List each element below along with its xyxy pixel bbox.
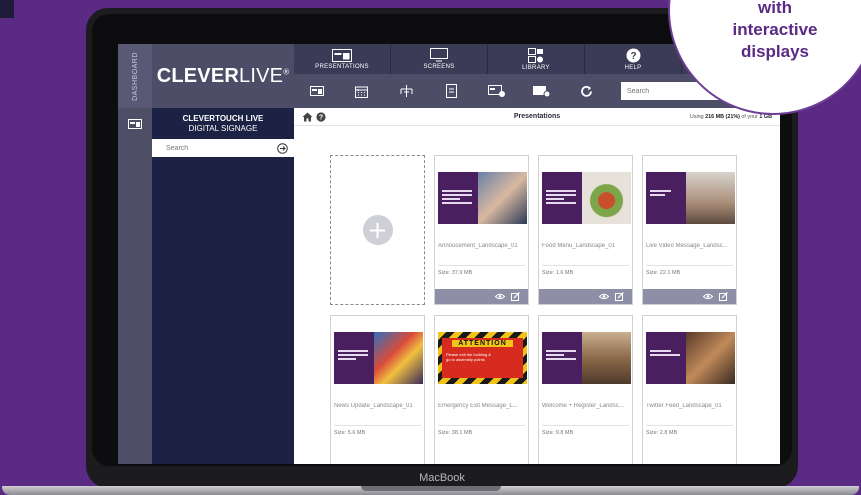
library-icon: [528, 47, 543, 63]
arrow-circle-icon[interactable]: [277, 142, 288, 154]
attention-word: ATTENTION: [452, 340, 513, 347]
network-icon: [400, 85, 413, 97]
sidebar-title-sub: DIGITAL SIGNAGE: [188, 124, 258, 133]
calendar-icon: [355, 86, 368, 98]
eye-icon[interactable]: [599, 293, 609, 300]
network-button[interactable]: [384, 74, 429, 108]
card-actions: [539, 289, 632, 304]
card-size: Size: 5.6 MB: [334, 430, 366, 436]
macbook-label: MacBook: [419, 472, 465, 484]
card-name: News Update_Landscape_01: [334, 403, 413, 409]
emergency-thumbnail: ATTENTION Please exit the building & go …: [438, 332, 527, 384]
add-screen-button[interactable]: [519, 74, 564, 108]
card-actions: [643, 289, 736, 304]
food-thumbnail: [542, 172, 631, 224]
news-thumbnail: [334, 332, 423, 384]
bubble-line-2: interactive: [732, 20, 818, 39]
twitter-thumbnail: [646, 332, 735, 384]
storage-usage: Using 216 MB (21%) of your 1 GB: [690, 114, 772, 120]
tab-presentations[interactable]: PRESENTATIONS: [294, 44, 391, 74]
sidebar-search: [152, 139, 294, 157]
presentation-card[interactable]: ATTENTION Please exit the building & go …: [434, 315, 529, 464]
card-size: Size: 9.8 MB: [542, 430, 574, 436]
announcement-thumbnail: [438, 172, 527, 224]
dashboard-strip: DASHBOARD: [118, 44, 152, 464]
presentation-card[interactable]: Annoucement_Landscape_01 Size: 37.9 MB: [434, 155, 529, 305]
bubble-line-1: with: [758, 0, 792, 17]
logo-light: LIVE: [239, 64, 284, 87]
video-thumbnail: [646, 172, 735, 224]
tab-library-label: LIBRARY: [522, 64, 550, 71]
welcome-thumbnail: [542, 332, 631, 384]
svg-text:?: ?: [630, 51, 636, 62]
card-name: Live Video Message_Landsc...: [646, 243, 728, 249]
add-layout-button[interactable]: [474, 74, 519, 108]
dashboard-tab[interactable]: DASHBOARD: [118, 44, 152, 108]
file-button[interactable]: [429, 74, 474, 108]
card-name: Welcome + Register_Landsc...: [542, 403, 624, 409]
sidebar-title: CLEVERTOUCH LIVE DIGITAL SIGNAGE: [152, 108, 294, 134]
card-actions: [435, 289, 528, 304]
card-size: Size: 2.8 MB: [646, 430, 678, 436]
plus-icon: +: [362, 215, 393, 245]
card-size: Size: 22.1 MB: [646, 270, 681, 276]
sidebar-title-main: CLEVERTOUCH LIVE: [182, 114, 264, 123]
edit-icon[interactable]: [719, 292, 728, 301]
card-name: Annoucement_Landscape_01: [438, 243, 518, 249]
card-name: Twitter Feed_Landscape_01: [646, 403, 722, 409]
presentation-card[interactable]: News Update_Landscape_01 Size: 5.6 MB: [330, 315, 425, 464]
logo-bold: CLEVER: [156, 64, 240, 87]
tab-help-label: HELP: [624, 64, 642, 71]
eye-icon[interactable]: [495, 293, 505, 300]
card-name: Emergency Exit Message_L...: [438, 403, 518, 409]
tab-library[interactable]: LIBRARY: [488, 44, 585, 74]
usage-mid: of your: [739, 113, 760, 120]
tab-presentations-label: PRESENTATIONS: [315, 63, 369, 70]
eye-icon[interactable]: [703, 293, 713, 300]
help-icon: ?: [626, 48, 640, 62]
refresh-button[interactable]: [564, 74, 609, 108]
main-content: ? Presentations Using 216 MB (21%) of yo…: [294, 108, 780, 464]
presentation-card[interactable]: Food Menu_Landscape_01 Size: 1.6 MB: [538, 155, 633, 305]
layout-button[interactable]: [294, 74, 339, 108]
refresh-icon: [581, 85, 592, 97]
edit-icon[interactable]: [511, 292, 520, 301]
file-icon: [446, 84, 457, 98]
laptop-base-notch: [361, 486, 501, 491]
tab-screens-label: SCREENS: [423, 64, 455, 70]
dashboard-label: DASHBOARD: [131, 51, 139, 101]
content-header: ? Presentations Using 216 MB (21%) of yo…: [294, 108, 780, 126]
usage-used: 216 MB (21%): [705, 113, 740, 120]
add-presentation-button[interactable]: +: [330, 155, 425, 305]
layout-icon: [309, 86, 324, 96]
attention-text: Please exit the building & go to assembl…: [446, 352, 491, 362]
edit-icon[interactable]: [615, 292, 624, 301]
presentations-shortcut[interactable]: [118, 114, 152, 134]
presentation-icon: [332, 48, 352, 62]
presentation-card[interactable]: Twitter Feed_Landscape_01 Size: 2.8 MB: [642, 315, 737, 464]
card-size: Size: 1.6 MB: [542, 270, 574, 276]
usage-prefix: Using: [689, 113, 706, 120]
card-size: Size: 37.9 MB: [438, 270, 473, 276]
corner-accent: [0, 0, 14, 18]
app-screen: DASHBOARD CLEVERLIVE® CLEVERTOUCH LIVE D…: [118, 44, 780, 464]
add-screen-icon: [533, 86, 550, 97]
sidebar: CLEVERTOUCH LIVE DIGITAL SIGNAGE: [152, 108, 294, 464]
presentation-card[interactable]: Welcome + Register_Landsc... Size: 9.8 M…: [538, 315, 633, 464]
presentation-card[interactable]: Live Video Message_Landsc... Size: 22.1 …: [642, 155, 737, 305]
logo-reg: ®: [283, 66, 290, 76]
presentation-icon: [128, 119, 142, 129]
tab-screens[interactable]: SCREENS: [391, 44, 488, 74]
bubble-line-3: displays: [740, 42, 810, 61]
sidebar-search-input[interactable]: [166, 144, 266, 152]
add-layout-icon: [488, 85, 505, 97]
app-logo: CLEVERLIVE®: [152, 44, 294, 108]
card-size: Size: 38.1 MB: [438, 430, 473, 436]
monitor-icon: [430, 48, 448, 62]
tab-help[interactable]: ? HELP: [585, 44, 682, 74]
card-name: Food Menu_Landscape_01: [542, 243, 616, 249]
schedule-button[interactable]: [339, 74, 384, 108]
